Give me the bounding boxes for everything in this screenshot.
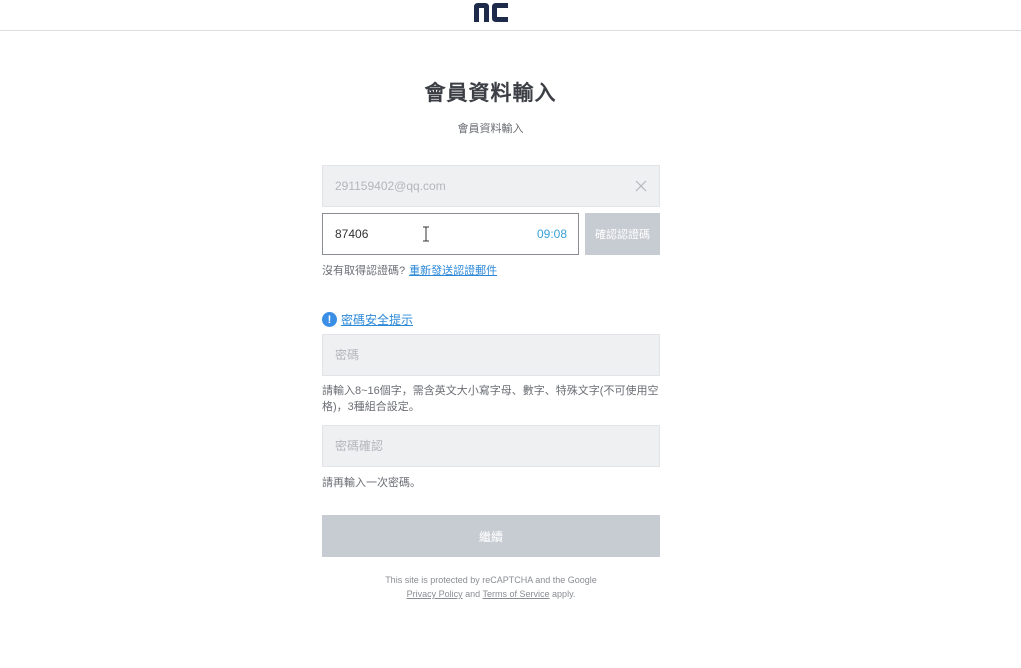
page-subtitle: 會員資料輸入: [457, 123, 524, 135]
recaptcha-and: and: [465, 589, 481, 599]
password-tip-link[interactable]: 密碼安全提示: [341, 311, 413, 328]
privacy-policy-link[interactable]: Privacy Policy: [407, 589, 463, 599]
recaptcha-notice: This site is protected by reCAPTCHA and …: [322, 573, 660, 601]
resend-email-link[interactable]: 重新發送認證郵件: [409, 265, 497, 277]
verification-code-field: 09:08: [322, 213, 579, 255]
confirm-password-field: [322, 425, 660, 467]
resend-row: 沒有取得認證碼? 重新發送認證郵件: [322, 262, 497, 278]
password-field: [322, 334, 660, 376]
confirm-password-hint: 請再輸入一次密碼。: [322, 477, 421, 489]
close-icon[interactable]: [635, 180, 647, 192]
nc-logo-icon[interactable]: [472, 2, 510, 22]
email-input[interactable]: [323, 166, 659, 206]
info-icon: !: [322, 312, 337, 327]
verify-code-button[interactable]: 確認認證碼: [585, 213, 660, 255]
password-hint: 請輸入8~16個字，需含英文大小寫字母、數字、特殊文字(不可使用空格)，3種組合…: [322, 385, 659, 413]
password-tip[interactable]: ! 密碼安全提示: [322, 311, 413, 328]
password-input[interactable]: [323, 335, 659, 375]
terms-of-service-link[interactable]: Terms of Service: [483, 589, 550, 599]
recaptcha-links: Privacy Policy and Terms of Service appl…: [322, 587, 660, 601]
recaptcha-apply: apply.: [552, 589, 576, 599]
email-field: [322, 165, 660, 207]
resend-prompt: 沒有取得認證碼?: [322, 265, 406, 277]
confirm-password-input[interactable]: [323, 426, 659, 466]
recaptcha-line: This site is protected by reCAPTCHA and …: [385, 575, 597, 585]
text-cursor-icon: [423, 226, 429, 242]
site-header: [0, 0, 1021, 31]
countdown-timer: 09:08: [536, 227, 567, 241]
page-title: 會員資料輸入: [424, 82, 557, 105]
continue-button[interactable]: 繼續: [322, 515, 660, 557]
